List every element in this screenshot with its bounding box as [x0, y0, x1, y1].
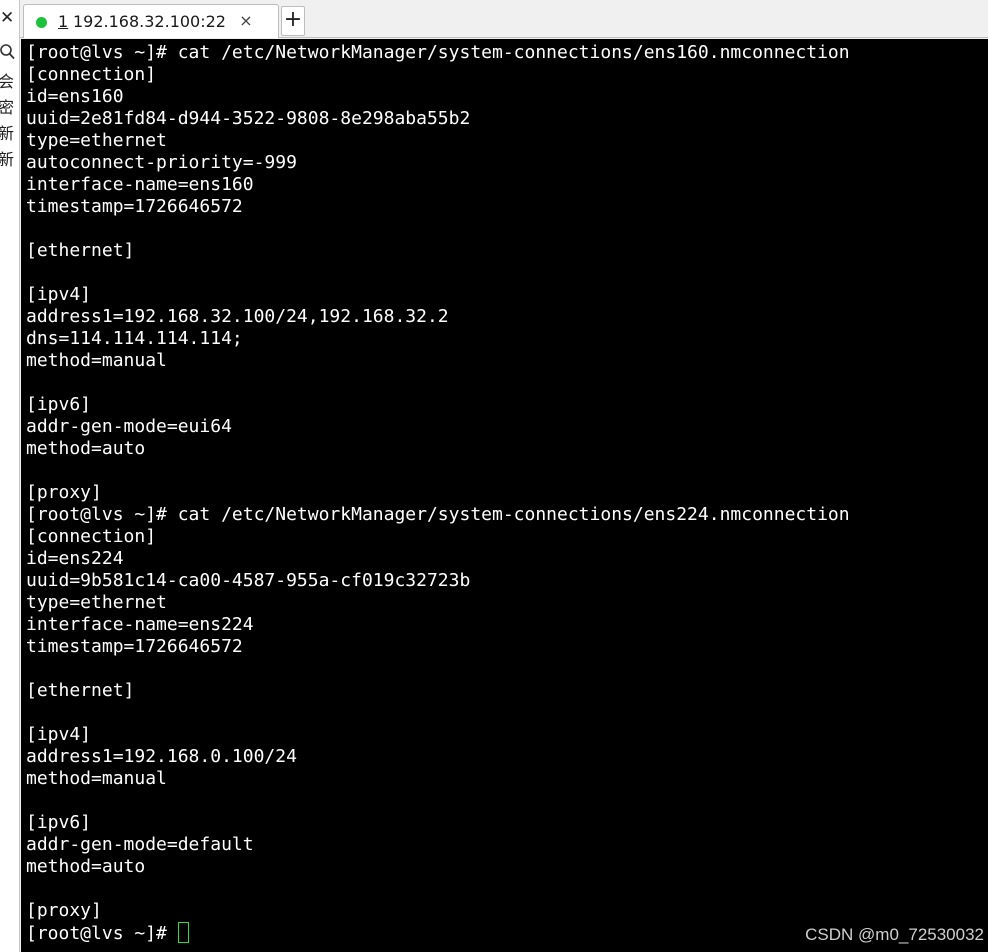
- shell-prompt: [root@lvs ~]#: [26, 923, 178, 944]
- terminal-line: [root@lvs ~]# cat /etc/NetworkManager/sy…: [26, 504, 850, 525]
- terminal-line: uuid=9b581c14-ca00-4587-955a-cf019c32723…: [26, 570, 471, 591]
- terminal-line: timestamp=1726646572: [26, 636, 243, 657]
- terminal-line: uuid=2e81fd84-d944-3522-9808-8e298aba55b…: [26, 108, 471, 129]
- terminal-line: address1=192.168.32.100/24,192.168.32.2: [26, 306, 449, 327]
- terminal-line: [connection]: [26, 526, 157, 547]
- terminal-output: [root@lvs ~]# cat /etc/NetworkManager/sy…: [26, 42, 976, 944]
- terminal-line: method=auto: [26, 438, 146, 459]
- tab-number: 1: [58, 12, 69, 31]
- new-tab-button[interactable]: +: [281, 6, 305, 36]
- terminal-line: [ipv6]: [26, 394, 92, 415]
- terminal-line: method=manual: [26, 350, 167, 371]
- search-icon[interactable]: [0, 42, 18, 62]
- terminal-line: [connection]: [26, 64, 157, 85]
- terminal-pane[interactable]: [root@lvs ~]# cat /etc/NetworkManager/sy…: [21, 39, 988, 952]
- terminal-line: address1=192.168.0.100/24: [26, 746, 297, 767]
- terminal-line: timestamp=1726646572: [26, 196, 243, 217]
- session-tab[interactable]: 1 192.168.32.100:22 ×: [23, 4, 279, 38]
- side-panel-item[interactable]: 新: [0, 122, 19, 146]
- terminal-line: method=auto: [26, 856, 146, 877]
- terminal-line: addr-gen-mode=eui64: [26, 416, 232, 437]
- terminal-line: interface-name=ens224: [26, 614, 254, 635]
- terminal-line: id=ens160: [26, 86, 124, 107]
- terminal-line: [ethernet]: [26, 680, 135, 701]
- tab-bar: 1 192.168.32.100:22 × +: [20, 0, 988, 38]
- terminal-line: [ipv6]: [26, 812, 92, 833]
- tab-close-icon[interactable]: ×: [237, 10, 255, 32]
- terminal-line: autoconnect-priority=-999: [26, 152, 297, 173]
- tab-title: 192.168.32.100:22: [73, 12, 226, 31]
- side-panel-item[interactable]: 会: [0, 70, 19, 94]
- side-panel-item[interactable]: 新: [0, 148, 19, 172]
- text-cursor: [177, 922, 189, 943]
- terminal-line: [proxy]: [26, 900, 102, 921]
- terminal-line: method=manual: [26, 768, 167, 789]
- terminal-line: [proxy]: [26, 482, 102, 503]
- terminal-line: [root@lvs ~]# cat /etc/NetworkManager/sy…: [26, 42, 850, 63]
- terminal-line: addr-gen-mode=default: [26, 834, 254, 855]
- terminal-line: id=ens224: [26, 548, 124, 569]
- terminal-line: dns=114.114.114.114;: [26, 328, 243, 349]
- side-panel-item[interactable]: 密: [0, 96, 19, 120]
- terminal-line: [ethernet]: [26, 240, 135, 261]
- terminal-line: interface-name=ens160: [26, 174, 254, 195]
- terminal-line: type=ethernet: [26, 592, 167, 613]
- terminal-line: type=ethernet: [26, 130, 167, 151]
- terminal-line: [ipv4]: [26, 724, 92, 745]
- terminal-line: [ipv4]: [26, 284, 92, 305]
- connected-status-icon: [36, 17, 47, 28]
- app-window: ✕ 会 密 新 新 1 192.168.32.100:22 × + [root@…: [0, 0, 988, 952]
- watermark: CSDN @m0_72530032: [805, 925, 984, 944]
- side-panel: ✕ 会 密 新 新: [0, 0, 20, 952]
- close-icon[interactable]: ✕: [0, 7, 14, 29]
